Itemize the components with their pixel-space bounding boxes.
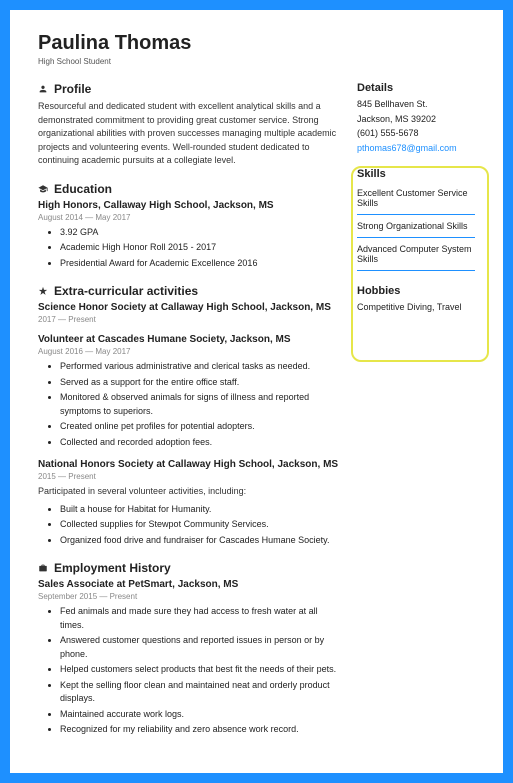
hobbies-heading: Hobbies: [357, 285, 475, 297]
profile-section: Profile Resourceful and dedicated studen…: [38, 82, 339, 168]
person-icon: [38, 84, 48, 94]
hobbies-block: Hobbies Competitive Diving, Travel: [357, 285, 475, 314]
list-item: Created online pet profiles for potentia…: [60, 420, 339, 434]
profile-title: Profile: [54, 82, 91, 96]
entry-intro: Participated in several volunteer activi…: [38, 485, 339, 499]
list-item: Presidential Award for Academic Excellen…: [60, 257, 339, 271]
entry-bullets: Fed animals and made sure they had acces…: [38, 605, 339, 737]
side-column: Details 845 Bellhaven St. Jackson, MS 39…: [357, 82, 475, 751]
name-heading: Paulina Thomas: [38, 32, 475, 55]
subtitle: High School Student: [38, 57, 475, 66]
education-bullets: 3.92 GPA Academic High Honor Roll 2015 -…: [38, 226, 339, 271]
briefcase-icon: [38, 563, 48, 573]
list-item: Recognized for my reliability and zero a…: [60, 723, 339, 737]
education-entry: High Honors, Callaway High School, Jacks…: [38, 200, 339, 271]
details-heading: Details: [357, 82, 475, 94]
resume-page: Paulina Thomas High School Student Profi…: [10, 10, 503, 773]
profile-text: Resourceful and dedicated student with e…: [38, 100, 339, 168]
entry-dates: 2015 — Present: [38, 472, 339, 481]
details-address2: Jackson, MS 39202: [357, 113, 475, 126]
entry-dates: September 2015 — Present: [38, 592, 339, 601]
list-item: Served as a support for the entire offic…: [60, 376, 339, 390]
list-item: Built a house for Habitat for Humanity.: [60, 503, 339, 517]
entry-bullets: Performed various administrative and cle…: [38, 360, 339, 449]
extracurricular-entry: Volunteer at Cascades Humane Society, Ja…: [38, 334, 339, 449]
entry-title: Volunteer at Cascades Humane Society, Ja…: [38, 334, 339, 345]
extracurricular-entry: Science Honor Society at Callaway High S…: [38, 302, 339, 324]
extracurricular-section: Extra-curricular activities Science Hono…: [38, 284, 339, 547]
skill-item: Excellent Customer Service Skills: [357, 184, 475, 215]
extracurricular-head: Extra-curricular activities: [38, 284, 339, 298]
entry-title: National Honors Society at Callaway High…: [38, 459, 339, 470]
list-item: 3.92 GPA: [60, 226, 339, 240]
entry-dates: 2017 — Present: [38, 315, 339, 324]
list-item: Collected and recorded adoption fees.: [60, 436, 339, 450]
extracurricular-entry: National Honors Society at Callaway High…: [38, 459, 339, 547]
list-item: Fed animals and made sure they had acces…: [60, 605, 339, 632]
extracurricular-title: Extra-curricular activities: [54, 284, 198, 298]
hobbies-text: Competitive Diving, Travel: [357, 301, 475, 314]
employment-title: Employment History: [54, 561, 171, 575]
graduation-icon: [38, 184, 48, 194]
main-column: Profile Resourceful and dedicated studen…: [38, 82, 339, 751]
list-item: Academic High Honor Roll 2015 - 2017: [60, 241, 339, 255]
education-head: Education: [38, 182, 339, 196]
employment-entry: Sales Associate at PetSmart, Jackson, MS…: [38, 579, 339, 737]
list-item: Collected supplies for Stewpot Community…: [60, 518, 339, 532]
skill-item: Strong Organizational Skills: [357, 217, 475, 238]
entry-title: Science Honor Society at Callaway High S…: [38, 302, 339, 313]
skill-item: Advanced Computer System Skills: [357, 240, 475, 271]
employment-section: Employment History Sales Associate at Pe…: [38, 561, 339, 737]
education-section: Education High Honors, Callaway High Sch…: [38, 182, 339, 271]
skills-block: Skills Excellent Customer Service Skills…: [357, 168, 475, 271]
details-address1: 845 Bellhaven St.: [357, 98, 475, 111]
list-item: Organized food drive and fundraiser for …: [60, 534, 339, 548]
skills-heading: Skills: [357, 168, 475, 180]
details-email[interactable]: pthomas678@gmail.com: [357, 142, 475, 155]
list-item: Answered customer questions and reported…: [60, 634, 339, 661]
star-icon: [38, 286, 48, 296]
profile-head: Profile: [38, 82, 339, 96]
entry-title: Sales Associate at PetSmart, Jackson, MS: [38, 579, 339, 590]
entry-bullets: Built a house for Habitat for Humanity. …: [38, 503, 339, 548]
entry-dates: August 2016 — May 2017: [38, 347, 339, 356]
list-item: Helped customers select products that be…: [60, 663, 339, 677]
list-item: Kept the selling floor clean and maintai…: [60, 679, 339, 706]
education-entry-dates: August 2014 — May 2017: [38, 213, 339, 222]
columns: Profile Resourceful and dedicated studen…: [38, 82, 475, 751]
education-entry-title: High Honors, Callaway High School, Jacks…: [38, 200, 339, 211]
list-item: Performed various administrative and cle…: [60, 360, 339, 374]
list-item: Monitored & observed animals for signs o…: [60, 391, 339, 418]
details-phone: (601) 555-5678: [357, 127, 475, 140]
employment-head: Employment History: [38, 561, 339, 575]
education-title: Education: [54, 182, 112, 196]
list-item: Maintained accurate work logs.: [60, 708, 339, 722]
details-block: Details 845 Bellhaven St. Jackson, MS 39…: [357, 82, 475, 154]
